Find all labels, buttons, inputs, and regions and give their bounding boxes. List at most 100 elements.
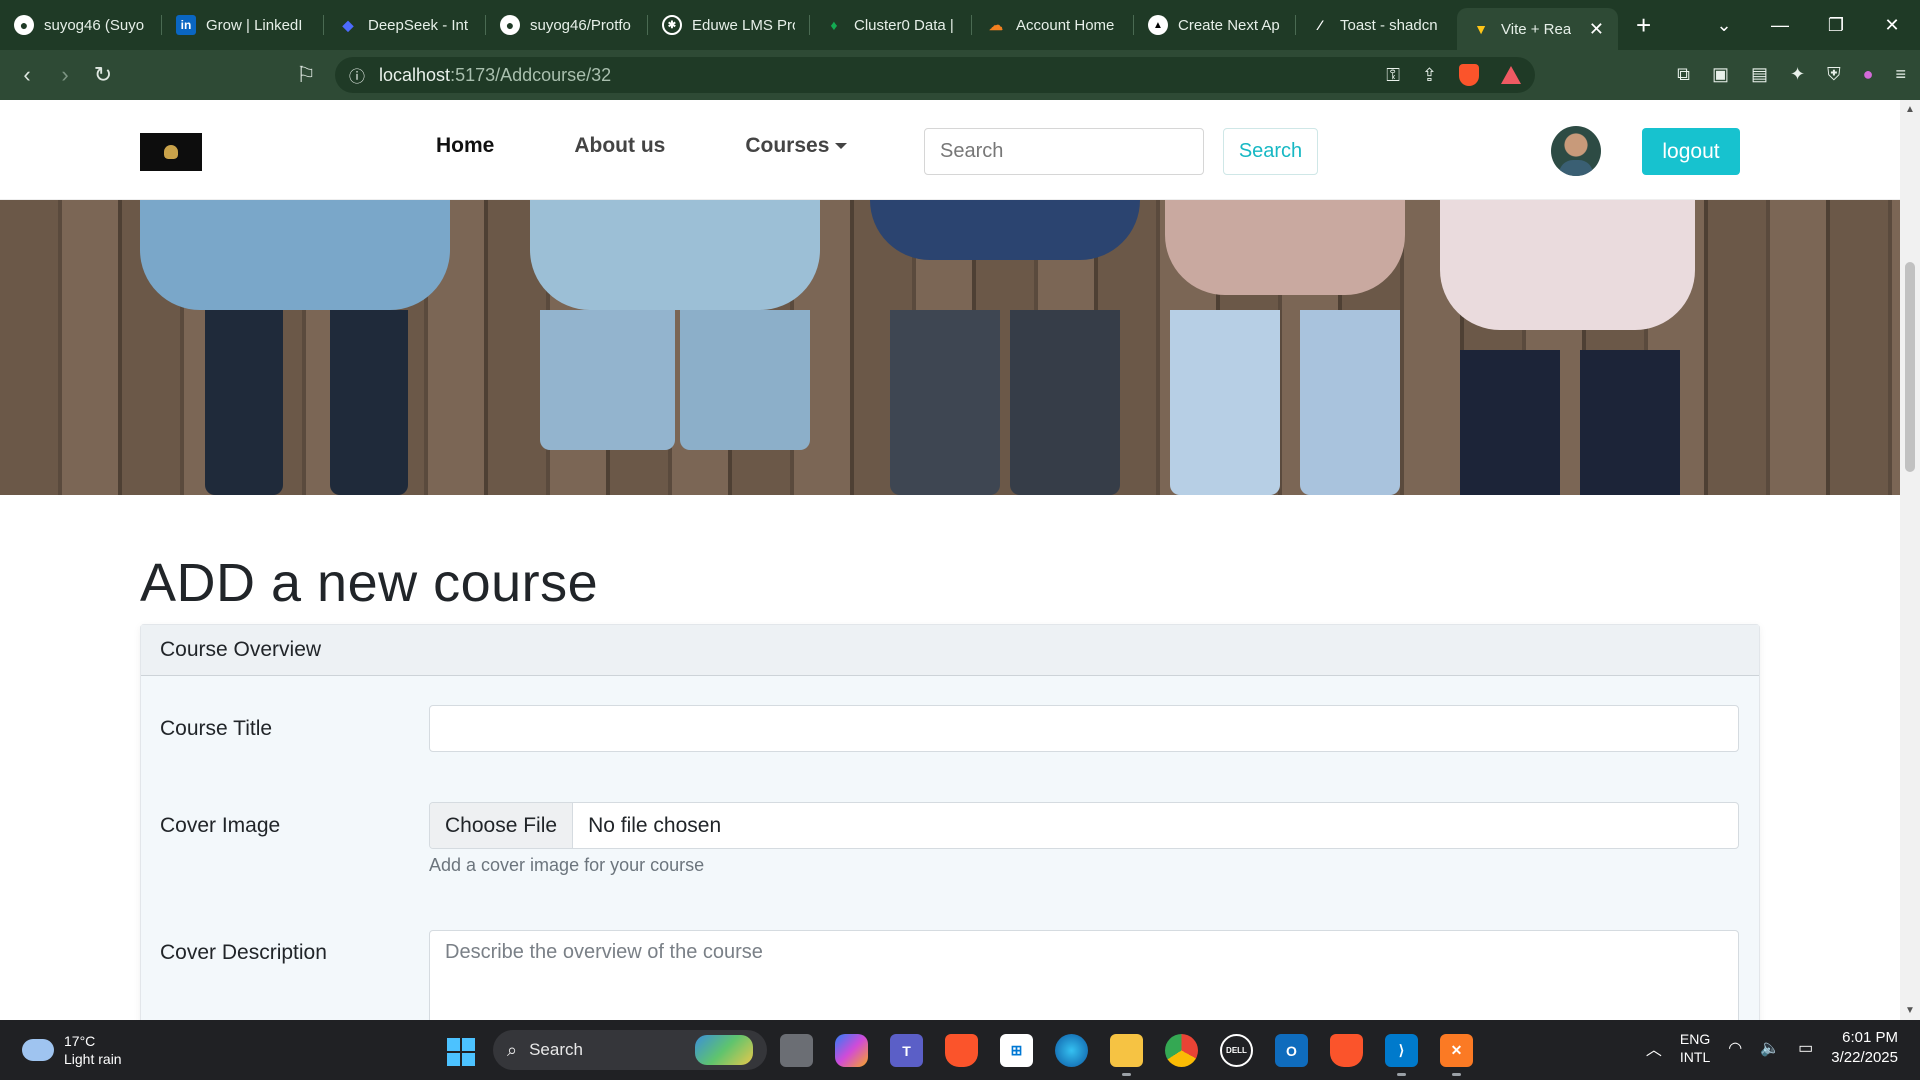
file-status-text: No file chosen	[588, 813, 722, 837]
scroll-up-arrow-icon[interactable]: ▲	[1905, 104, 1915, 115]
close-tab-icon[interactable]: ✕	[1589, 19, 1604, 40]
wifi-icon[interactable]: ◠	[1728, 1038, 1742, 1058]
restore-icon[interactable]: ❐	[1808, 15, 1864, 36]
scrollbar-thumb[interactable]	[1905, 262, 1915, 472]
site-search-input[interactable]	[924, 128, 1204, 175]
course-overview-card: Course Overview Course Title Cover Image…	[140, 624, 1760, 1020]
browser-tab[interactable]: ☁ Account Home	[972, 0, 1133, 50]
site-logo[interactable]	[140, 133, 202, 171]
file-explorer-icon[interactable]	[1110, 1034, 1143, 1076]
new-tab-button[interactable]: +	[1636, 10, 1651, 41]
cover-description-label: Cover Description	[160, 941, 327, 964]
password-key-icon[interactable]: ⚿	[1386, 65, 1400, 86]
browser-tab[interactable]: ✱ Eduwe LMS Pro	[648, 0, 809, 50]
tab-title: suyog46/Protfo	[530, 16, 631, 34]
taskbar-search[interactable]: ⌕ Search	[493, 1030, 767, 1070]
battery-icon[interactable]: ▭	[1798, 1038, 1813, 1058]
browser-tab[interactable]: in Grow | LinkedI	[162, 0, 323, 50]
nav-courses-dropdown[interactable]: Courses	[745, 134, 848, 158]
browser-toolbar: ‹ › ↻ ⚐ ⓘ localhost:5173/Addcourse/32 ⚿ …	[0, 50, 1920, 100]
browser-tab[interactable]: ◆ DeepSeek - Int	[324, 0, 485, 50]
vercel-icon: ▲	[1148, 15, 1168, 35]
logout-button[interactable]: logout	[1642, 128, 1740, 175]
address-bar-actions: ⚿ ⇪	[1386, 64, 1521, 86]
volume-icon[interactable]: 🔈	[1760, 1038, 1780, 1058]
cover-description-textarea[interactable]	[429, 930, 1739, 1020]
course-title-label: Course Title	[160, 717, 273, 740]
menu-icon[interactable]: ≡	[1895, 64, 1906, 85]
browser-tab[interactable]: ♦ Cluster0 Data |	[810, 0, 971, 50]
share-icon[interactable]: ⇪	[1422, 65, 1437, 86]
deepseek-icon: ◆	[342, 16, 354, 33]
store-icon[interactable]: ⊞	[1000, 1034, 1033, 1067]
clock[interactable]: 6:01 PM 3/22/2025	[1831, 1028, 1898, 1068]
profile-icon[interactable]: ●	[1863, 64, 1874, 85]
github-icon: ●	[500, 15, 520, 35]
dell-icon[interactable]: DELL	[1220, 1034, 1253, 1067]
chrome-icon[interactable]	[1165, 1034, 1198, 1067]
browser-tab[interactable]: ▲ Create Next Ap	[1134, 0, 1295, 50]
teams-icon[interactable]: T	[890, 1034, 923, 1067]
browser-tab[interactable]: ● suyog46 (Suyo	[0, 0, 161, 50]
brave-browser-active-icon[interactable]	[1330, 1034, 1363, 1067]
brave-rewards-icon[interactable]	[1501, 66, 1521, 84]
course-title-input[interactable]	[429, 705, 1739, 752]
xampp-icon[interactable]: ✕	[1440, 1034, 1473, 1076]
site-search-button[interactable]: Search	[1223, 128, 1318, 175]
language-indicator[interactable]: ENG INTL	[1680, 1030, 1710, 1066]
windows-taskbar: 17°C Light rain ⌕ Search T ⊞ DELL O ⟩ ✕ …	[0, 1020, 1920, 1080]
nav-about-link[interactable]: About us	[574, 134, 665, 158]
page-scrollbar[interactable]: ▲ ▼	[1900, 100, 1920, 1020]
github-icon: ●	[14, 15, 34, 35]
tab-title: Toast - shadcn	[1340, 16, 1438, 34]
logo-mark-icon	[164, 145, 178, 159]
leo-ai-icon[interactable]: ✦	[1790, 64, 1805, 85]
user-avatar[interactable]	[1551, 126, 1601, 176]
back-arrow-icon[interactable]: ‹	[8, 62, 46, 88]
copilot-icon[interactable]	[835, 1034, 868, 1067]
task-view-icon[interactable]	[780, 1034, 813, 1067]
brave-shields-icon[interactable]	[1459, 64, 1479, 86]
tab-search-chevron-icon[interactable]: ⌄	[1696, 15, 1752, 36]
show-hidden-icons-chevron[interactable]: ︿	[1646, 1036, 1662, 1060]
nav-home-link[interactable]: Home	[436, 134, 494, 158]
browser-tab[interactable]: ⁄ Toast - shadcn	[1296, 0, 1457, 50]
vpn-shield-icon[interactable]: ⛨	[1827, 64, 1841, 85]
minimize-icon[interactable]: —	[1752, 15, 1808, 36]
edge-icon[interactable]	[1055, 1034, 1088, 1067]
url-text: localhost:5173/Addcourse/32	[379, 64, 612, 85]
system-tray: ︿ ENG INTL ◠ 🔈 ▭ 6:01 PM 3/22/2025	[1646, 1028, 1898, 1068]
site-info-icon[interactable]: ⓘ	[349, 63, 365, 87]
extension-icons: ⧉ ▣ ▤ ✦ ⛨ ● ≡	[1677, 64, 1906, 85]
forward-arrow-icon[interactable]: ›	[46, 62, 84, 88]
clock-time: 6:01 PM	[1842, 1029, 1898, 1046]
reload-icon[interactable]: ↻	[84, 62, 122, 88]
outlook-icon[interactable]: O	[1275, 1034, 1308, 1067]
address-bar[interactable]: ⓘ localhost:5173/Addcourse/32 ⚿ ⇪	[335, 57, 1535, 93]
browser-tab-bar: ● suyog46 (Suyo in Grow | LinkedI ◆ Deep…	[0, 0, 1920, 50]
browser-tab-active[interactable]: ▼ Vite + Rea ✕	[1457, 8, 1618, 50]
brave-icon[interactable]	[945, 1034, 978, 1067]
sidebar-icon[interactable]: ▣	[1712, 64, 1729, 85]
browser-tab[interactable]: ● suyog46/Protfo	[486, 0, 647, 50]
vite-icon: ▼	[1474, 21, 1488, 37]
hero-banner-image	[0, 200, 1900, 495]
bookmark-icon[interactable]: ⚐	[287, 62, 325, 88]
taskbar-apps: T ⊞ DELL O ⟩ ✕	[780, 1034, 1473, 1076]
window-controls: ⌄ — ❐ ✕	[1696, 0, 1920, 50]
close-window-icon[interactable]: ✕	[1864, 15, 1920, 36]
page-viewport: Home About us Courses Search logout ADD …	[0, 100, 1920, 1020]
weather-widget[interactable]: 17°C Light rain	[22, 1032, 122, 1068]
card-header: Course Overview	[141, 625, 1759, 676]
cover-image-file-input[interactable]: Choose File No file chosen	[429, 802, 1739, 849]
windows-start-icon[interactable]	[447, 1038, 475, 1066]
cover-image-help-text: Add a cover image for your course	[429, 855, 705, 875]
scroll-down-arrow-icon[interactable]: ▼	[1905, 1005, 1915, 1016]
wallet-icon[interactable]: ▤	[1751, 64, 1768, 85]
tab-title: Eduwe LMS Pro	[692, 16, 795, 34]
search-icon: ⌕	[507, 1039, 518, 1060]
vscode-icon[interactable]: ⟩	[1385, 1034, 1418, 1076]
choose-file-button[interactable]: Choose File	[430, 803, 574, 848]
extensions-puzzle-icon[interactable]: ⧉	[1677, 64, 1690, 85]
weather-description: Light rain	[64, 1051, 122, 1067]
